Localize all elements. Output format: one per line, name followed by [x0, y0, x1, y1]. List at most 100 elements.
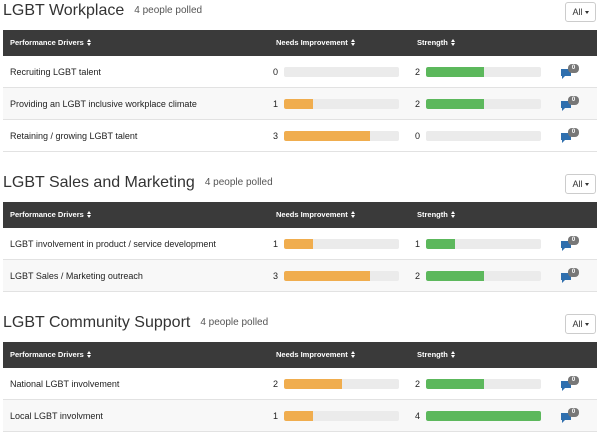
poll-section: LGBT Workplace 4 people polled All Performa… [0, 0, 600, 156]
comment-button[interactable]: 0 [560, 376, 582, 394]
sort-icon[interactable] [86, 39, 91, 46]
section-title-text: LGBT Community Support [3, 314, 191, 331]
driver-label: Providing an LGBT inclusive workplace cl… [10, 99, 197, 109]
strength-count: 4 [415, 411, 421, 421]
table-row: Providing an LGBT inclusive workplace cl… [3, 88, 597, 120]
strength-bar [426, 411, 541, 421]
col-needs-improvement[interactable]: Needs Improvement [276, 342, 355, 368]
polled-count: 4 people polled [204, 177, 273, 188]
filter-dropdown-button[interactable]: All [565, 2, 596, 22]
strength-bar [426, 131, 541, 141]
driver-label: LGBT Sales / Marketing outreach [10, 271, 143, 281]
comment-count-badge: 0 [568, 268, 579, 277]
filter-label: All [572, 7, 583, 17]
strength-count: 2 [415, 99, 421, 109]
col-strength[interactable]: Strength [417, 202, 455, 228]
needs-improvement-fill [284, 239, 313, 249]
filter-label: All [572, 179, 583, 189]
strength-fill [426, 99, 484, 109]
comment-button[interactable]: 0 [560, 236, 582, 254]
section-title: LGBT Workplace 4 people polled [3, 2, 202, 20]
col-needs-improvement[interactable]: Needs Improvement [276, 202, 355, 228]
table-row: LGBT involvement in product / service de… [3, 228, 597, 260]
needs-improvement-fill [284, 379, 342, 389]
table-row: National LGBT involvement 2 2 0 [3, 368, 597, 400]
col-performance-drivers[interactable]: Performance Drivers [10, 202, 91, 228]
needs-improvement-count: 1 [273, 99, 279, 109]
needs-improvement-count: 2 [273, 379, 279, 389]
section-header: LGBT Sales and Marketing 4 people polled A… [0, 172, 600, 200]
comment-button[interactable]: 0 [560, 268, 582, 286]
comment-button[interactable]: 0 [560, 128, 582, 146]
table-row: Retaining / growing LGBT talent 3 0 0 [3, 120, 597, 152]
comment-count-badge: 0 [568, 96, 579, 105]
sort-icon[interactable] [86, 211, 91, 218]
comment-count-badge: 0 [568, 376, 579, 385]
col-performance-drivers[interactable]: Performance Drivers [10, 342, 91, 368]
section-title: LGBT Community Support 4 people polled [3, 314, 268, 332]
section-header: LGBT Workplace 4 people polled All [0, 0, 600, 28]
column-header-label: Needs Improvement [276, 38, 348, 47]
needs-improvement-count: 1 [273, 239, 279, 249]
caret-down-icon [584, 11, 589, 14]
comment-button[interactable]: 0 [560, 96, 582, 114]
column-header-label: Needs Improvement [276, 350, 348, 359]
comment-count-badge: 0 [568, 128, 579, 137]
needs-improvement-bar [284, 239, 399, 249]
comment-button[interactable]: 0 [560, 64, 582, 82]
caret-down-icon [584, 183, 589, 186]
comment-count-badge: 0 [568, 64, 579, 73]
section-title-text: LGBT Sales and Marketing [3, 174, 195, 191]
needs-improvement-fill [284, 131, 371, 141]
strength-count: 2 [415, 67, 421, 77]
strength-fill [426, 239, 455, 249]
section-title-text: LGBT Workplace [3, 2, 125, 19]
col-needs-improvement[interactable]: Needs Improvement [276, 30, 355, 56]
column-header-label: Performance Drivers [10, 210, 84, 219]
strength-count: 0 [415, 131, 421, 141]
sort-icon[interactable] [450, 39, 455, 46]
needs-improvement-count: 3 [273, 271, 279, 281]
driver-label: National LGBT involvement [10, 379, 120, 389]
filter-dropdown-button[interactable]: All [565, 314, 596, 334]
sort-icon[interactable] [450, 211, 455, 218]
needs-improvement-count: 0 [273, 67, 279, 77]
strength-fill [426, 411, 541, 421]
driver-label: LGBT involvement in product / service de… [10, 239, 216, 249]
table-header: Performance Drivers Needs Improvement Stre… [3, 30, 597, 56]
column-header-label: Strength [417, 38, 448, 47]
col-strength[interactable]: Strength [417, 342, 455, 368]
section-title: LGBT Sales and Marketing 4 people polled [3, 174, 273, 192]
column-header-label: Strength [417, 210, 448, 219]
needs-improvement-bar [284, 67, 399, 77]
strength-bar [426, 271, 541, 281]
column-header-label: Needs Improvement [276, 210, 348, 219]
needs-improvement-count: 3 [273, 131, 279, 141]
column-header-label: Performance Drivers [10, 350, 84, 359]
col-strength[interactable]: Strength [417, 30, 455, 56]
strength-bar [426, 239, 541, 249]
needs-improvement-bar [284, 271, 399, 281]
sort-icon[interactable] [350, 351, 355, 358]
sort-icon[interactable] [350, 39, 355, 46]
strength-fill [426, 379, 484, 389]
driver-label: Retaining / growing LGBT talent [10, 131, 138, 141]
sort-icon[interactable] [450, 351, 455, 358]
comment-button[interactable]: 0 [560, 408, 582, 426]
strength-count: 2 [415, 379, 421, 389]
table-header: Performance Drivers Needs Improvement Stre… [3, 202, 597, 228]
table-row: Local LGBT involvment 1 4 0 [3, 400, 597, 432]
sort-icon[interactable] [86, 351, 91, 358]
driver-label: Recruiting LGBT talent [10, 67, 101, 77]
caret-down-icon [584, 323, 589, 326]
col-performance-drivers[interactable]: Performance Drivers [10, 30, 91, 56]
filter-dropdown-button[interactable]: All [565, 174, 596, 194]
table-row: Recruiting LGBT talent 0 2 0 [3, 56, 597, 88]
comment-count-badge: 0 [568, 408, 579, 417]
table-header: Performance Drivers Needs Improvement Stre… [3, 342, 597, 368]
strength-bar [426, 99, 541, 109]
column-header-label: Performance Drivers [10, 38, 84, 47]
sort-icon[interactable] [350, 211, 355, 218]
comment-count-badge: 0 [568, 236, 579, 245]
strength-fill [426, 67, 484, 77]
